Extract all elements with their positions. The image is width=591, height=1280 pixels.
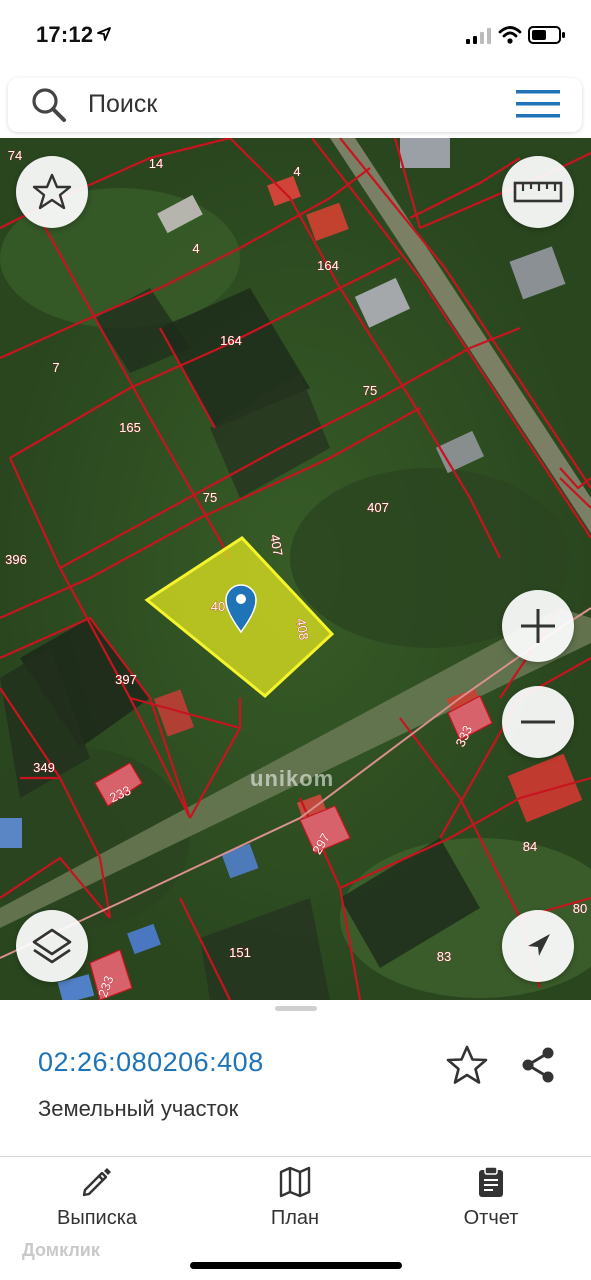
hamburger-menu-icon[interactable] [516,88,560,120]
minus-icon [521,720,555,724]
tab-plan[interactable]: План [225,1165,365,1235]
parcel-label: 75 [203,490,217,505]
status-time: 17:12 [36,22,94,47]
favorites-map-button[interactable] [16,156,88,228]
parcel-type: Земельный участок [38,1096,239,1121]
tab-label: Выписка [56,1207,138,1229]
status-bar: 17:12 [0,0,591,70]
parcel-label: 74 [8,148,22,163]
parcel-label: 84 [523,839,537,854]
star-outline-icon [32,173,72,210]
cellular-signal-icon [466,28,491,44]
parcel-label: 83 [437,949,451,964]
layers-icon [32,928,72,964]
tab-label: Отчет [463,1207,519,1229]
map-watermark: unikom [250,766,335,791]
parcel-label: 349 [33,760,55,775]
satellite-map: 74 14 4 4 164 164 7 75 165 75 407 407 39… [0,138,591,1000]
pencil-icon [82,1168,111,1197]
parcel-label: 165 [119,420,141,435]
search-bar[interactable]: Поиск [8,78,582,132]
home-indicator[interactable] [190,1262,402,1269]
battery-icon [528,26,565,44]
clipboard-icon [479,1166,503,1197]
parcel-label: 14 [149,156,163,171]
ruler-button[interactable] [502,156,574,228]
wifi-icon [498,26,522,44]
share-icon[interactable] [518,1045,558,1085]
domclick-watermark: Домклик [22,1240,100,1260]
ruler-icon [513,181,563,203]
plus-icon [521,609,555,643]
location-arrow-icon [97,27,111,41]
tab-label: План [270,1207,320,1229]
parcel-label: 4 [293,164,300,179]
tab-vypiska[interactable]: Выписка [27,1165,167,1235]
parcel-label: 397 [115,672,137,687]
parcel-label: 80 [573,901,587,916]
zoom-out-button[interactable] [502,686,574,758]
sheet-drag-handle[interactable] [275,1006,317,1011]
cadastral-number: 02:26:080206:408 [38,1047,264,1077]
map-icon [279,1166,311,1198]
parcel-label: 40 [211,599,225,614]
parcel-label: 7 [52,360,59,375]
parcel-label: 164 [220,333,242,348]
parcel-label: 164 [317,258,339,273]
cadastral-map[interactable]: 74 14 4 4 164 164 7 75 165 75 407 407 39… [0,138,591,1000]
search-icon [32,88,66,122]
my-location-button[interactable] [502,910,574,982]
navigation-arrow-icon [528,934,550,956]
search-input[interactable]: Поиск [88,90,157,119]
parcel-label: 4 [192,241,199,256]
zoom-in-button[interactable] [502,590,574,662]
parcel-label: 151 [229,945,251,960]
parcel-label: 75 [363,383,377,398]
star-outline-icon[interactable] [446,1044,488,1086]
parcel-label: 396 [5,552,27,567]
tab-otchet[interactable]: Отчет [421,1165,561,1235]
parcel-label: 407 [367,500,389,515]
parcel-info-sheet[interactable]: 02:26:080206:408 Земельный участок [0,1000,591,1156]
layers-button[interactable] [16,910,88,982]
